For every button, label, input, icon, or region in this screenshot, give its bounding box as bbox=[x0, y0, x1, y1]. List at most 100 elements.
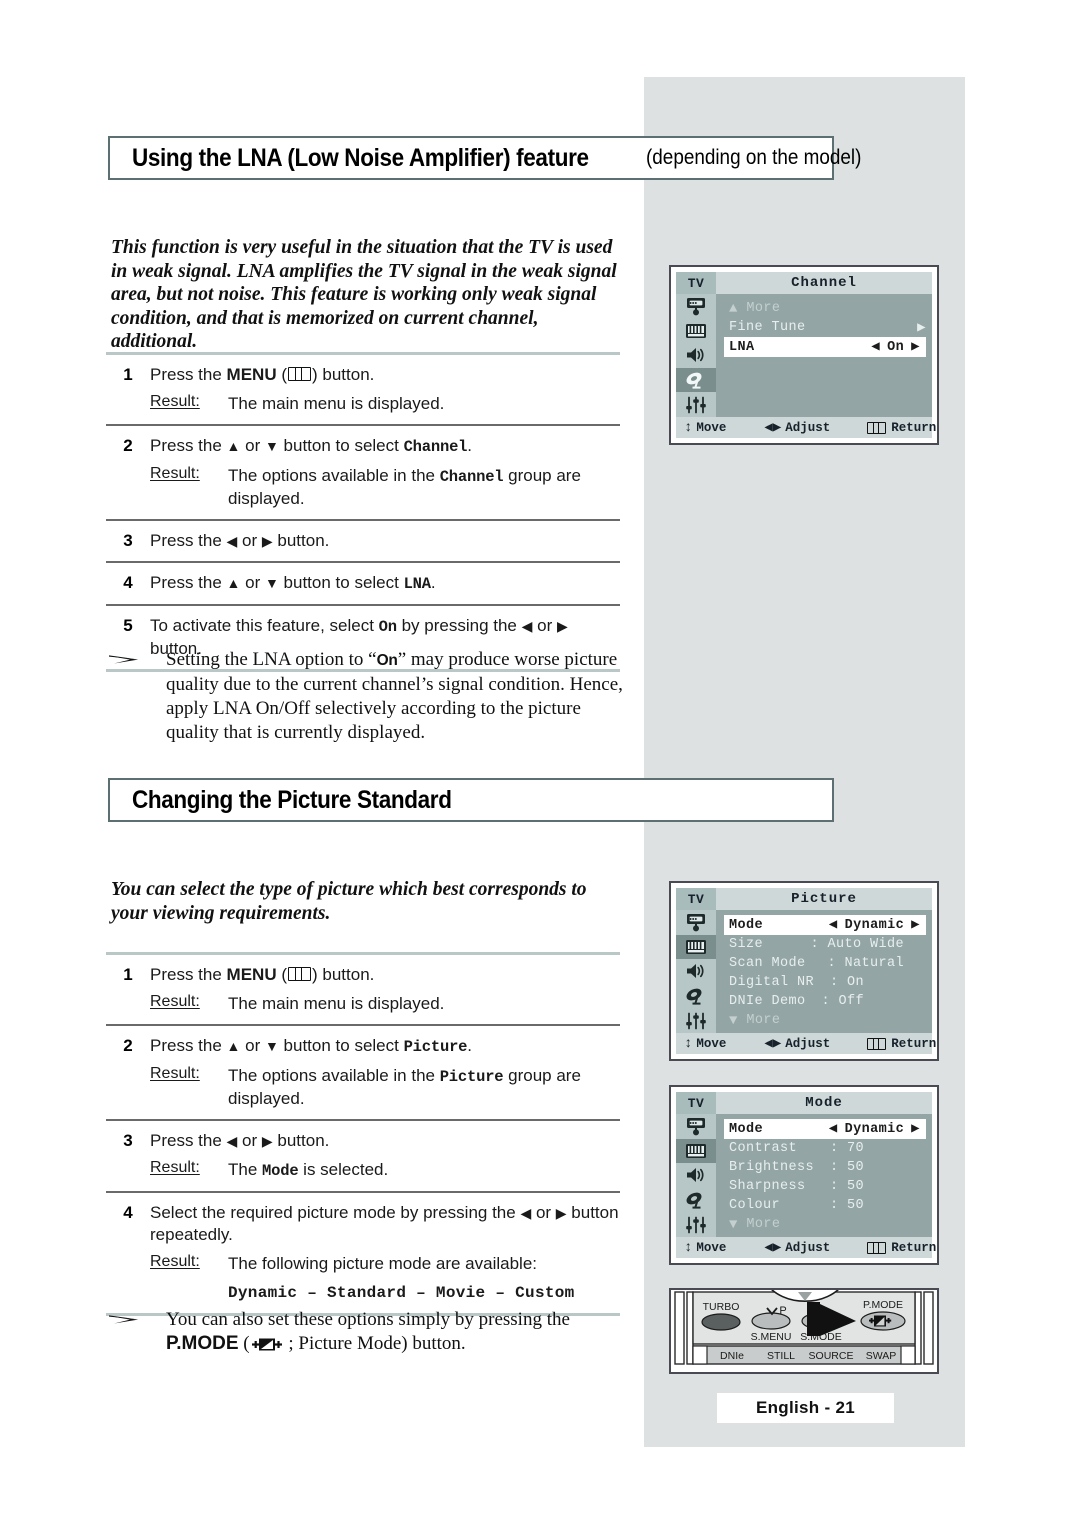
remote-control-illustration: TURBO S.MENU P S.MODE P.MODE DNIe STILL … bbox=[669, 1288, 939, 1374]
step-target-value: On bbox=[378, 618, 397, 636]
input-source-icon[interactable] bbox=[676, 294, 716, 319]
osd-footer-return-label: Return bbox=[891, 420, 937, 435]
osd-row-mode[interactable]: Mode ◀ Dynamic ▶ bbox=[724, 1119, 926, 1139]
osd-row-fine-tune[interactable]: Fine Tune ▶ bbox=[716, 318, 932, 337]
step-text: button. bbox=[272, 531, 330, 550]
step-instruction: Press the ▲ or ▼ button to select Pictur… bbox=[150, 1035, 620, 1058]
step-text: . bbox=[467, 1036, 473, 1055]
step-text: or bbox=[240, 436, 265, 455]
osd-row-contrast[interactable]: Contrast: 70 bbox=[716, 1139, 932, 1158]
osd-row-mode[interactable]: Mode ◀ Dynamic ▶ bbox=[724, 915, 926, 935]
arrow-right-icon: ▶ bbox=[261, 1133, 273, 1149]
result-label: Result: bbox=[150, 393, 200, 410]
osd-row-value: On bbox=[887, 339, 905, 355]
osd-row-label: Sharpness bbox=[729, 1179, 806, 1194]
step-text: Press the bbox=[150, 1131, 227, 1150]
osd-footer-adjust-label: Adjust bbox=[785, 1240, 831, 1255]
picture-settings-icon[interactable] bbox=[676, 934, 716, 960]
sound-settings-icon[interactable] bbox=[676, 959, 716, 984]
result-text-part: The options available in the bbox=[228, 1066, 440, 1085]
input-source-icon[interactable] bbox=[676, 910, 716, 935]
osd-footer-return: Return bbox=[830, 421, 936, 435]
setup-settings-icon[interactable] bbox=[676, 392, 716, 417]
osd-body: Mode ◀ Dynamic ▶ Contrast: 70 Brightness: 5… bbox=[716, 1114, 932, 1237]
picture-settings-icon[interactable] bbox=[676, 319, 716, 344]
result-label: Result: bbox=[150, 1253, 200, 1270]
arrow-right-icon: ▶ bbox=[917, 319, 926, 336]
section-title-lna-sub: (depending on the model) bbox=[646, 146, 862, 169]
step-instruction: Press the MENU () button. bbox=[150, 965, 375, 984]
osd-row-digital-nr[interactable]: Digital NR: On bbox=[716, 973, 932, 992]
step-result: Result: The Mode is selected. bbox=[150, 1159, 620, 1182]
osd-middle: ▲ More Fine Tune ▶ LNA ◀ On ▶ bbox=[676, 294, 932, 417]
sound-settings-icon[interactable] bbox=[676, 343, 716, 368]
osd-row-value: : 50 bbox=[829, 1198, 864, 1213]
step-number: 2 bbox=[123, 1036, 133, 1055]
osd-title: Mode bbox=[716, 1092, 932, 1114]
result-target-value: Mode bbox=[262, 1162, 299, 1180]
osd-row-value: : Natural bbox=[827, 956, 904, 971]
osd-row-brightness[interactable]: Brightness: 50 bbox=[716, 1158, 932, 1177]
arrow-left-icon[interactable]: ◀ bbox=[871, 340, 880, 354]
steps-list-picture: 1 Press the MENU () button. Result: The … bbox=[106, 952, 620, 1316]
menu-icon bbox=[867, 1241, 887, 1254]
osd-icon-rail bbox=[676, 1114, 716, 1237]
osd-row-lna[interactable]: LNA ◀ On ▶ bbox=[724, 337, 926, 357]
result-text-part: The options available in the bbox=[228, 466, 440, 485]
step-instruction: Press the ◀ or ▶ button. bbox=[150, 530, 620, 552]
osd-row-more-down[interactable]: ▼ More bbox=[716, 1011, 932, 1030]
result-label: Result: bbox=[150, 1065, 200, 1082]
manual-page: Using the LNA (Low Noise Amplifier) feat… bbox=[0, 0, 1080, 1529]
step-result: Result: The main menu is displayed. bbox=[150, 993, 620, 1015]
result-label: Result: bbox=[150, 1159, 200, 1176]
step-number: 3 bbox=[123, 1131, 133, 1150]
setup-settings-icon[interactable] bbox=[676, 1212, 716, 1237]
osd-row-size[interactable]: Size: Auto Wide bbox=[716, 935, 932, 954]
result-text: The following picture mode are available… bbox=[228, 1253, 620, 1304]
osd-row-colour[interactable]: Colour: 50 bbox=[716, 1196, 932, 1215]
arrow-left-icon[interactable]: ◀ bbox=[829, 918, 838, 932]
channel-settings-icon[interactable] bbox=[676, 1188, 716, 1213]
step-result: Result: The main menu is displayed. bbox=[150, 393, 620, 415]
osd-row-label: More bbox=[746, 1217, 781, 1232]
osd-row-adjuster[interactable]: ◀ On ▶ bbox=[871, 340, 920, 355]
arrow-down-icon: ▼ bbox=[264, 575, 279, 591]
step-text: Press the bbox=[150, 573, 227, 592]
channel-settings-icon[interactable] bbox=[676, 367, 716, 393]
osd-footer-adjust-label: Adjust bbox=[785, 420, 831, 435]
osd-body: Mode ◀ Dynamic ▶ Size: Auto Wide Scan Mode:… bbox=[716, 910, 932, 1033]
arrow-right-icon[interactable]: ▶ bbox=[911, 1122, 920, 1136]
osd-footer-return-label: Return bbox=[891, 1036, 937, 1051]
remote-source-label: SOURCE bbox=[809, 1350, 854, 1362]
osd-row-adjuster[interactable]: ◀ Dynamic ▶ bbox=[829, 918, 920, 933]
osd-row-scan-mode[interactable]: Scan Mode: Natural bbox=[716, 954, 932, 973]
step-item: 2 Press the ▲ or ▼ button to select Pict… bbox=[106, 1026, 620, 1119]
step-number: 4 bbox=[123, 1203, 133, 1222]
leftright-arrow-icon: ◀▶ bbox=[764, 419, 782, 436]
input-source-icon[interactable] bbox=[676, 1114, 716, 1139]
osd-row-more-up[interactable]: ▲ More bbox=[716, 299, 932, 318]
step-item: 3 Press the ◀ or ▶ button. bbox=[106, 521, 620, 561]
step-result: Result: The options available in the Pic… bbox=[150, 1065, 620, 1110]
osd-row-sharpness[interactable]: Sharpness: 50 bbox=[716, 1177, 932, 1196]
arrow-right-icon[interactable]: ▶ bbox=[911, 340, 920, 354]
section-title-picture: Changing the Picture Standard bbox=[108, 778, 834, 822]
note-text-part: ; Picture Mode) button. bbox=[283, 1333, 466, 1354]
arrow-right-icon[interactable]: ▶ bbox=[911, 918, 920, 932]
osd-row-more-down[interactable]: ▼ More bbox=[716, 1215, 932, 1234]
osd-inner: TV Picture Mode ◀ Dynamic ▶ Size: Auto … bbox=[676, 888, 936, 1054]
step-text: Press the bbox=[150, 531, 227, 550]
result-text-part: The bbox=[228, 1160, 263, 1179]
channel-settings-icon[interactable] bbox=[676, 984, 716, 1009]
osd-footer: ↕ Move ◀▶ Adjust Return bbox=[676, 1237, 936, 1258]
section-title-lna-main: Using the LNA (Low Noise Amplifier) feat… bbox=[132, 143, 589, 172]
menu-button-label: MENU bbox=[226, 965, 277, 984]
setup-settings-icon[interactable] bbox=[676, 1008, 716, 1033]
intro-paragraph-lna: This function is very useful in the situ… bbox=[111, 237, 617, 352]
picture-settings-icon[interactable] bbox=[676, 1138, 716, 1164]
osd-row-dnie-demo[interactable]: DNIe Demo: Off bbox=[716, 992, 932, 1011]
result-text: The main menu is displayed. bbox=[228, 394, 445, 413]
arrow-left-icon[interactable]: ◀ bbox=[829, 1122, 838, 1136]
osd-row-adjuster[interactable]: ◀ Dynamic ▶ bbox=[829, 1122, 920, 1137]
sound-settings-icon[interactable] bbox=[676, 1163, 716, 1188]
